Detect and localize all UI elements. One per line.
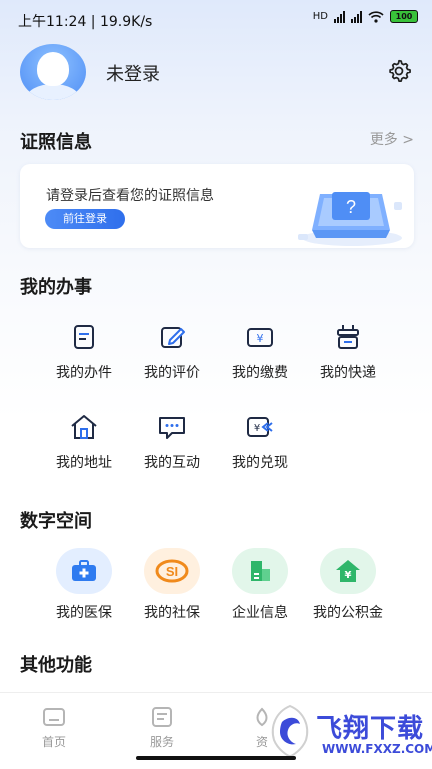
- certificates-card: 请登录后查看您的证照信息 前往登录 ?: [20, 164, 414, 248]
- my-reviews-item[interactable]: 我的评价: [128, 322, 216, 382]
- my-express-item[interactable]: 我的快递: [304, 322, 392, 382]
- home-tab-icon: [43, 708, 65, 726]
- go-login-button[interactable]: 前往登录: [45, 209, 125, 229]
- watermark-url: WWW.FXXZ.COM: [322, 742, 432, 756]
- status-bar: 上午11:24 | 19.9K/s HD 100: [0, 0, 432, 36]
- my-address-item[interactable]: 我的地址: [40, 412, 128, 472]
- wifi-icon: [368, 10, 384, 23]
- medical-kit-icon: [56, 548, 112, 594]
- my-reviews-label: 我的评价: [144, 365, 200, 381]
- my-affairs-title: 我的办事: [20, 277, 92, 298]
- tab-service-label: 服务: [149, 735, 174, 749]
- profile-header: 未登录: [20, 44, 412, 100]
- enterprise-info-item[interactable]: 企业信息: [216, 548, 304, 622]
- watermark-emblem-icon: [271, 704, 309, 758]
- digital-space-grid: 我的医保 SI 我的社保 企业信息 ¥ 我的公积金: [40, 548, 392, 622]
- my-redemption-label: 我的兑现: [232, 455, 288, 471]
- tab-home-label: 首页: [41, 735, 66, 749]
- status-icons: HD 100: [313, 10, 418, 23]
- svg-text:¥: ¥: [257, 332, 264, 345]
- tab-service[interactable]: 服务: [132, 707, 192, 750]
- edit-icon: [161, 327, 185, 348]
- social-security-item[interactable]: SI 我的社保: [128, 548, 216, 622]
- express-box-icon: [337, 325, 359, 349]
- home-indicator[interactable]: [136, 756, 296, 760]
- status-time: 上午11:24 | 19.9K/s: [18, 14, 153, 30]
- watermark-logo: 飞翔下载 WWW.FXXZ.COM: [266, 700, 432, 760]
- building-icon: [232, 548, 288, 594]
- my-express-label: 我的快递: [320, 365, 376, 381]
- housing-fund-item[interactable]: ¥ 我的公积金: [304, 548, 392, 622]
- service-tab-icon: [152, 707, 172, 727]
- svg-text:SI: SI: [166, 564, 178, 579]
- yuan-bill-icon: ¥: [247, 328, 273, 347]
- my-cases-label: 我的办件: [56, 365, 112, 381]
- my-payments-label: 我的缴费: [232, 365, 288, 381]
- social-security-label: 我的社保: [144, 605, 200, 621]
- my-interaction-item[interactable]: 我的互动: [128, 412, 216, 472]
- tab-home[interactable]: 首页: [24, 707, 84, 750]
- housing-fund-icon: ¥: [320, 548, 376, 594]
- my-address-label: 我的地址: [56, 455, 112, 471]
- certificates-title: 证照信息: [20, 132, 92, 153]
- my-interaction-label: 我的互动: [144, 455, 200, 471]
- medical-insurance-item[interactable]: 我的医保: [40, 548, 128, 622]
- social-security-icon: SI: [144, 548, 200, 594]
- medical-insurance-label: 我的医保: [56, 605, 112, 621]
- chat-icon: [159, 417, 185, 439]
- digital-space-title: 数字空间: [20, 511, 92, 532]
- svg-text:?: ?: [346, 197, 356, 217]
- housing-fund-label: 我的公积金: [313, 605, 383, 621]
- empty-box-illustration-icon: ?: [298, 192, 402, 246]
- svg-text:¥: ¥: [254, 423, 260, 434]
- more-link[interactable]: 更多 >: [370, 129, 414, 149]
- my-payments-item[interactable]: ¥ 我的缴费: [216, 322, 304, 382]
- username-label[interactable]: 未登录: [106, 60, 160, 86]
- watermark-text: 飞翔下载: [316, 714, 425, 744]
- settings-gear-icon[interactable]: [386, 58, 412, 84]
- certificates-tip: 请登录后查看您的证照信息: [46, 188, 214, 204]
- avatar[interactable]: [20, 44, 86, 100]
- my-redemption-item[interactable]: ¥ 我的兑现: [216, 412, 304, 472]
- battery-icon: 100: [390, 10, 418, 23]
- signal-icon: [334, 10, 345, 23]
- document-icon: [74, 325, 94, 349]
- signal-icon-2: [351, 10, 362, 23]
- hd-label: HD: [312, 11, 328, 22]
- my-affairs-grid: 我的办件 我的评价 ¥ 我的缴费 我的快递 我的地址 我的互动 ¥ 我的兑现: [40, 322, 392, 472]
- yuan-exchange-icon: ¥: [247, 417, 273, 437]
- house-icon: [71, 415, 97, 439]
- my-cases-item[interactable]: 我的办件: [40, 322, 128, 382]
- other-functions-title: 其他功能: [20, 655, 92, 676]
- svg-text:¥: ¥: [345, 570, 352, 581]
- enterprise-info-label: 企业信息: [232, 605, 288, 621]
